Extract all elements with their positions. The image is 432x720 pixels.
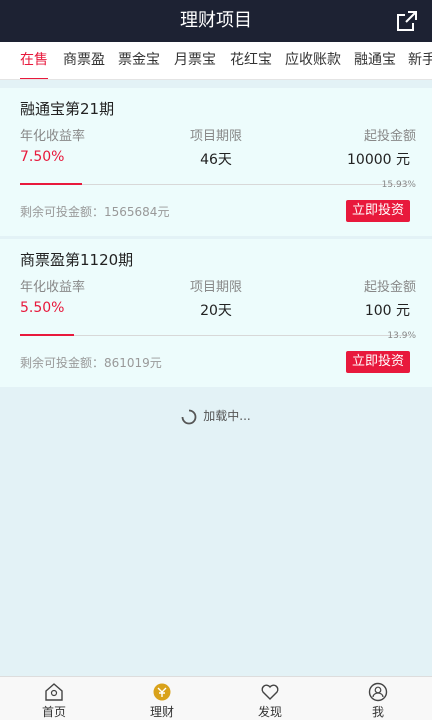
tab-huahongbao[interactable]: 花红宝	[230, 42, 272, 79]
tabbar-discover-label: 发现	[257, 705, 282, 719]
tabbar-finance[interactable]: 理财	[108, 677, 216, 720]
spinner-icon	[181, 409, 197, 424]
min-amount-value: 100 元	[364, 303, 410, 319]
category-tabs: 在售 商票盈 票金宝 月票宝 花红宝 应收账款 融通宝 新手	[0, 42, 432, 80]
progress-percent: 13.9%	[387, 331, 416, 341]
min-amount-value: 10000 元	[347, 152, 410, 168]
tab-receivables[interactable]: 应收账款	[285, 42, 341, 79]
tabbar-home[interactable]: 首页	[0, 677, 108, 720]
tab-rongtongbao[interactable]: 融通宝	[354, 42, 396, 79]
loading-indicator: 加载中...	[0, 407, 432, 425]
page-title: 理财项目	[180, 10, 252, 31]
product-name: 商票盈第1120期	[20, 251, 134, 269]
progress-fill	[20, 334, 75, 336]
progress-bar	[20, 334, 410, 336]
user-icon	[368, 682, 388, 702]
tabbar-home-label: 首页	[41, 705, 66, 719]
remaining-amount: 剩余可投金额：861019元	[20, 356, 162, 370]
tab-yuepiaobao[interactable]: 月票宝	[174, 42, 216, 79]
product-card[interactable]: 商票盈第1120期 年化收益率 项目期限 起投金额 5.50% 20天 100 …	[0, 239, 432, 387]
loading-text: 加载中...	[203, 409, 251, 423]
home-icon	[45, 683, 63, 701]
remaining-amount: 剩余可投金额：1565684元	[20, 205, 170, 219]
tab-piaojinbao[interactable]: 票金宝	[118, 42, 160, 79]
heart-icon	[261, 684, 279, 700]
product-name: 融通宝第21期	[20, 100, 115, 118]
progress-bar	[20, 183, 410, 185]
tabbar-me-label: 我	[371, 705, 384, 719]
tab-newbie[interactable]: 新手	[408, 42, 432, 79]
share-icon[interactable]	[396, 10, 418, 32]
product-card[interactable]: 融通宝第21期 年化收益率 项目期限 起投金额 7.50% 46天 10000 …	[0, 88, 432, 236]
progress-fill	[20, 183, 83, 185]
progress-percent: 15.93%	[381, 180, 416, 190]
tabbar-me[interactable]: 我	[324, 677, 432, 720]
tabbar-finance-label: 理财	[149, 705, 174, 719]
tab-shangpiaoying[interactable]: 商票盈	[63, 42, 105, 79]
tabbar-discover[interactable]: 发现	[216, 677, 324, 720]
header-bar: 理财项目	[0, 0, 432, 42]
bottom-tabbar: 首页 理财 发现 我	[0, 676, 432, 720]
invest-button[interactable]: 立即投资	[346, 200, 410, 222]
invest-button[interactable]: 立即投资	[346, 351, 410, 373]
min-amount-label: 起投金额	[363, 129, 416, 144]
min-amount-label: 起投金额	[363, 280, 416, 295]
tab-on-sale[interactable]: 在售	[20, 42, 48, 79]
finance-icon	[153, 683, 171, 701]
